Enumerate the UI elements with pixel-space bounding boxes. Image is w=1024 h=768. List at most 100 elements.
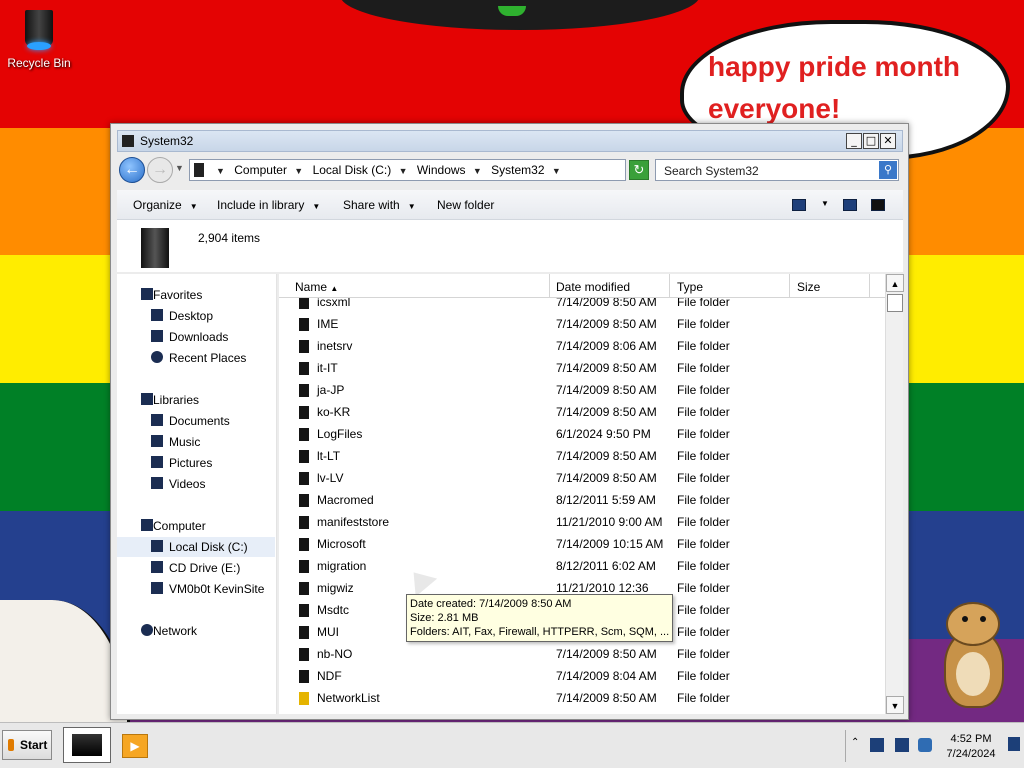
volume-icon[interactable] bbox=[918, 738, 932, 752]
nav-cd-drive[interactable]: CD Drive (E:) bbox=[169, 561, 240, 575]
chevron-down-icon[interactable]: ▼ bbox=[821, 199, 829, 208]
file-date-modified: 7/14/2009 8:06 AM bbox=[556, 339, 657, 353]
recycle-bin[interactable]: Recycle Bin bbox=[4, 6, 74, 70]
chevron-down-icon[interactable]: ▼ bbox=[399, 166, 408, 176]
folder-icon bbox=[299, 384, 309, 397]
table-row[interactable]: lt-LT 7/14/2009 8:50 AM File folder bbox=[279, 446, 885, 468]
start-button[interactable]: Start bbox=[2, 730, 52, 760]
breadcrumb-system32[interactable]: System32 bbox=[491, 163, 544, 177]
folder-icon bbox=[299, 494, 309, 507]
recycle-bin-label[interactable]: Recycle Bin bbox=[4, 56, 74, 70]
table-row[interactable]: inetsrv 7/14/2009 8:06 AM File folder bbox=[279, 336, 885, 358]
start-icon bbox=[8, 739, 14, 751]
nav-network-drive[interactable]: VM0b0t KevinSite bbox=[169, 582, 264, 596]
breadcrumb-computer[interactable]: Computer bbox=[234, 163, 287, 177]
forward-button[interactable]: → bbox=[147, 157, 173, 183]
file-name: ja-JP bbox=[317, 383, 345, 397]
scroll-down-icon[interactable]: ▼ bbox=[886, 696, 904, 714]
network-tray-icon[interactable] bbox=[870, 738, 884, 752]
include-in-library-menu[interactable]: Include in library ▼ bbox=[217, 198, 320, 212]
file-name: it-IT bbox=[317, 361, 338, 375]
table-row[interactable]: NDF 7/14/2009 8:04 AM File folder bbox=[279, 666, 885, 688]
back-button[interactable]: ← bbox=[119, 157, 145, 183]
chevron-down-icon[interactable]: ▼ bbox=[294, 166, 303, 176]
chevron-down-icon[interactable]: ▼ bbox=[473, 166, 482, 176]
breadcrumb-windows[interactable]: Windows bbox=[417, 163, 466, 177]
speech-bubble-text: happy pride month everyone! bbox=[708, 51, 960, 124]
column-date-modified[interactable]: Date modified bbox=[556, 280, 630, 294]
nav-network[interactable]: Network bbox=[153, 624, 197, 638]
nav-videos[interactable]: Videos bbox=[169, 477, 205, 491]
tooltip-folders: Folders: AIT, Fax, Firewall, HTTPERR, Sc… bbox=[410, 626, 669, 638]
refresh-button[interactable]: ↻ bbox=[629, 160, 649, 180]
table-row[interactable]: NetworkList 7/14/2009 8:50 AM File folder bbox=[279, 688, 885, 710]
breadcrumb-local-disk[interactable]: Local Disk (C:) bbox=[313, 163, 392, 177]
nav-downloads[interactable]: Downloads bbox=[169, 330, 228, 344]
table-row[interactable]: ko-KR 7/14/2009 8:50 AM File folder bbox=[279, 402, 885, 424]
new-folder-button[interactable]: New folder bbox=[437, 198, 494, 212]
show-hidden-icons-icon[interactable]: ⌃ bbox=[851, 737, 859, 748]
file-type: File folder bbox=[677, 537, 730, 551]
file-date-modified: 7/14/2009 8:50 AM bbox=[556, 647, 657, 661]
nav-documents[interactable]: Documents bbox=[169, 414, 230, 428]
scroll-thumb[interactable] bbox=[887, 294, 903, 312]
nav-local-disk[interactable]: Local Disk (C:) bbox=[169, 540, 248, 554]
table-row[interactable]: IME 7/14/2009 8:50 AM File folder bbox=[279, 314, 885, 336]
scroll-up-icon[interactable]: ▲ bbox=[886, 274, 904, 292]
share-with-menu[interactable]: Share with ▼ bbox=[343, 198, 416, 212]
table-row[interactable]: icsxml 7/14/2009 8:50 AM File folder bbox=[279, 298, 885, 314]
chevron-down-icon[interactable]: ▼ bbox=[216, 166, 225, 176]
clock[interactable]: 4:52 PM 7/24/2024 bbox=[936, 732, 1006, 762]
table-row[interactable]: manifeststore 11/21/2010 9:00 AM File fold… bbox=[279, 512, 885, 534]
table-row[interactable]: ja-JP 7/14/2009 8:50 AM File folder bbox=[279, 380, 885, 402]
table-row[interactable]: Microsoft 7/14/2009 10:15 AM File folder bbox=[279, 534, 885, 556]
recycle-bin-icon[interactable] bbox=[21, 6, 57, 52]
column-name[interactable]: Name ▲ bbox=[295, 280, 338, 294]
column-type[interactable]: Type bbox=[677, 280, 703, 294]
preview-pane-icon[interactable] bbox=[843, 199, 857, 211]
folder-icon bbox=[299, 670, 309, 683]
item-count: 2,904 items bbox=[198, 231, 261, 245]
file-date-modified: 7/14/2009 10:15 AM bbox=[556, 537, 664, 551]
search-input[interactable]: Search System32 ⚲ bbox=[655, 159, 899, 181]
media-player-icon[interactable]: ▶ bbox=[122, 734, 148, 758]
column-size[interactable]: Size bbox=[797, 280, 820, 294]
show-desktop-icon[interactable] bbox=[1008, 737, 1020, 751]
recent-pages-dropdown-icon[interactable]: ▼ bbox=[175, 163, 184, 173]
table-row[interactable]: it-IT 7/14/2009 8:50 AM File folder bbox=[279, 358, 885, 380]
organize-menu[interactable]: Organize ▼ bbox=[133, 198, 198, 212]
table-row[interactable]: LogFiles 6/1/2024 9:50 PM File folder bbox=[279, 424, 885, 446]
search-placeholder: Search System32 bbox=[664, 164, 759, 178]
table-row[interactable]: nb-NO 7/14/2009 8:50 AM File folder bbox=[279, 644, 885, 666]
help-icon[interactable] bbox=[871, 199, 885, 211]
nav-pictures[interactable]: Pictures bbox=[169, 456, 212, 470]
file-date-modified: 7/14/2009 8:50 AM bbox=[556, 471, 657, 485]
table-row[interactable]: migration 8/12/2011 6:02 AM File folder bbox=[279, 556, 885, 578]
display-tray-icon[interactable] bbox=[895, 738, 909, 752]
file-name: inetsrv bbox=[317, 339, 353, 353]
close-button[interactable]: ✕ bbox=[880, 133, 896, 149]
file-type: File folder bbox=[677, 361, 730, 375]
file-name: migration bbox=[317, 559, 367, 573]
search-icon[interactable]: ⚲ bbox=[879, 161, 897, 179]
change-view-icon[interactable] bbox=[792, 199, 806, 211]
address-bar[interactable]: ▼ Computer ▼ Local Disk (C:) ▼ Windows ▼… bbox=[189, 159, 691, 181]
chevron-down-icon[interactable]: ▼ bbox=[552, 166, 561, 176]
nav-computer[interactable]: Computer bbox=[153, 519, 206, 533]
computer-icon bbox=[194, 163, 204, 177]
nav-libraries[interactable]: Libraries bbox=[153, 393, 199, 407]
navigation-bar: ← → ▼ ▼ Computer ▼ Local Disk (C:) ▼ Win… bbox=[117, 154, 903, 186]
maximize-button[interactable]: □ bbox=[863, 133, 879, 149]
file-rows: icsxml 7/14/2009 8:50 AM File folder IME 7/1… bbox=[279, 298, 885, 714]
minimize-button[interactable]: _ bbox=[846, 133, 862, 149]
table-row[interactable]: lv-LV 7/14/2009 8:50 AM File folder bbox=[279, 468, 885, 490]
folder-icon bbox=[299, 626, 309, 639]
table-row[interactable]: Macromed 8/12/2011 5:59 AM File folder bbox=[279, 490, 885, 512]
nav-recent-places[interactable]: Recent Places bbox=[169, 351, 246, 365]
title-bar[interactable]: System32 _ □ ✕ bbox=[117, 130, 903, 152]
nav-desktop[interactable]: Desktop bbox=[169, 309, 213, 323]
taskbar-explorer-button[interactable] bbox=[63, 727, 111, 763]
nav-music[interactable]: Music bbox=[169, 435, 200, 449]
nav-favorites[interactable]: Favorites bbox=[153, 288, 202, 302]
vertical-scrollbar[interactable]: ▲ ▼ bbox=[885, 274, 904, 714]
